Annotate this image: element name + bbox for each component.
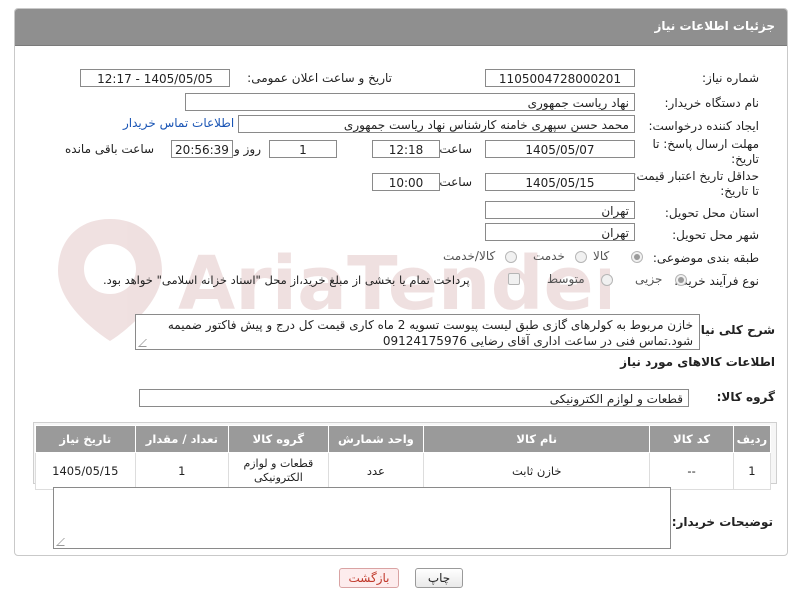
description-textarea[interactable]: خازن مربوط به کولرهای گازی طبق لیست پیوس… xyxy=(135,314,700,350)
category-option-service: خدمت xyxy=(533,249,565,263)
cell-row: 1 xyxy=(732,452,772,490)
category-option-goods: کالا xyxy=(593,249,610,263)
cell-group: قطعات و لوازم الکترونیکی xyxy=(228,452,329,490)
province-field: تهران xyxy=(485,201,635,219)
description-label: شرح کلی نیاز: xyxy=(689,323,775,337)
goods-section-title: اطلاعات کالاهای مورد نیاز xyxy=(620,355,775,369)
table-header-row: ردیف کد کالا نام کالا واحد شمارش گروه کا… xyxy=(35,425,772,453)
price-time-field: 10:00 xyxy=(372,173,440,191)
reply-date-field: 1405/05/07 xyxy=(485,140,635,158)
treasury-payment-checkbox[interactable] xyxy=(508,273,520,285)
announce-datetime-field: 1405/05/05 - 12:17 xyxy=(80,69,230,87)
price-validity-label-2: تا تاریخ: xyxy=(720,184,759,198)
print-button[interactable]: چاپ xyxy=(415,568,463,588)
price-time-label: ساعت xyxy=(439,175,472,189)
buyer-contact-link[interactable]: اطلاعات تماس خریدار xyxy=(123,116,234,130)
panel-header: جزئیات اطلاعات نیاز xyxy=(15,9,787,46)
purchase-radio-minor[interactable] xyxy=(675,274,687,286)
buyer-org-label: نام دستگاه خریدار: xyxy=(664,96,760,110)
table-row: 1 -- خازن ثابت عدد قطعات و لوازم الکترون… xyxy=(35,452,772,490)
page-title: جزئیات اطلاعات نیاز xyxy=(654,19,775,33)
back-button[interactable]: بازگشت xyxy=(339,568,399,588)
resize-grip-icon[interactable] xyxy=(138,339,154,347)
cell-name: خازن ثابت xyxy=(423,452,651,490)
purchase-option-medium: متوسط xyxy=(547,272,585,286)
buyer-notes-label: توضیحات خریدار: xyxy=(671,515,773,529)
cell-date: 1405/05/15 xyxy=(35,452,136,490)
announce-label: تاریخ و ساعت اعلان عمومی: xyxy=(247,71,392,85)
city-field: تهران xyxy=(485,223,635,241)
reply-time-field: 12:18 xyxy=(372,140,440,158)
reply-deadline-label: مهلت ارسال پاسخ: تا xyxy=(652,137,759,151)
col-qty-header: تعداد / مقدار xyxy=(134,425,230,453)
goods-group-field: قطعات و لوازم الکترونیکی xyxy=(139,389,689,407)
reply-deadline-label-2: تاریخ: xyxy=(731,152,759,166)
category-radio-goods-service[interactable] xyxy=(505,251,517,263)
requester-field: محمد حسن سپهری خامنه کارشناس نهاد ریاست … xyxy=(238,115,635,133)
goods-group-label: گروه کالا: xyxy=(716,390,775,404)
remaining-time-field: 20:56:39 xyxy=(171,140,233,158)
col-row-header: ردیف xyxy=(732,425,772,453)
payment-note: پرداخت تمام یا بخشی از مبلغ خرید،از محل … xyxy=(103,273,470,287)
col-unit-header: واحد شمارش xyxy=(327,425,425,453)
category-option-goods-service: کالا/خدمت xyxy=(443,249,496,263)
need-number-field: 1105004728000201 xyxy=(485,69,635,87)
category-radio-service[interactable] xyxy=(575,251,587,263)
days-label: روز و xyxy=(234,142,261,156)
cell-code: -- xyxy=(649,452,734,490)
cell-unit: عدد xyxy=(327,452,425,490)
province-label: استان محل تحویل: xyxy=(664,206,759,220)
col-group-header: گروه کالا xyxy=(228,425,329,453)
requester-label: ایجاد کننده درخواست: xyxy=(648,119,759,133)
resize-grip-icon[interactable] xyxy=(56,538,72,546)
purchase-option-minor: جزیی xyxy=(635,272,663,286)
reply-time-label: ساعت xyxy=(439,142,472,156)
purchase-radio-medium[interactable] xyxy=(601,274,613,286)
category-radio-goods[interactable] xyxy=(631,251,643,263)
price-date-field: 1405/05/15 xyxy=(485,173,635,191)
cell-qty: 1 xyxy=(134,452,230,490)
city-label: شهر محل تحویل: xyxy=(672,228,759,242)
details-panel: جزئیات اطلاعات نیاز AriaTender.net شماره… xyxy=(14,8,788,556)
col-date-header: تاریخ نیاز xyxy=(35,425,136,453)
price-validity-label: حداقل تاریخ اعتبار قیمت: xyxy=(632,169,759,183)
col-name-header: نام کالا xyxy=(423,425,651,453)
need-number-label: شماره نیاز: xyxy=(702,71,759,85)
col-code-header: کد کالا xyxy=(649,425,734,453)
category-label: طبقه بندی موضوعی: xyxy=(652,251,759,265)
remaining-label: ساعت باقی مانده xyxy=(65,142,155,156)
items-table: ردیف کد کالا نام کالا واحد شمارش گروه کا… xyxy=(35,425,772,490)
days-field: 1 xyxy=(269,140,337,158)
buyer-org-field: نهاد ریاست جمهوری xyxy=(185,93,635,111)
buyer-notes-textarea[interactable] xyxy=(53,487,671,549)
description-text: خازن مربوط به کولرهای گازی طبق لیست پیوس… xyxy=(167,318,693,348)
